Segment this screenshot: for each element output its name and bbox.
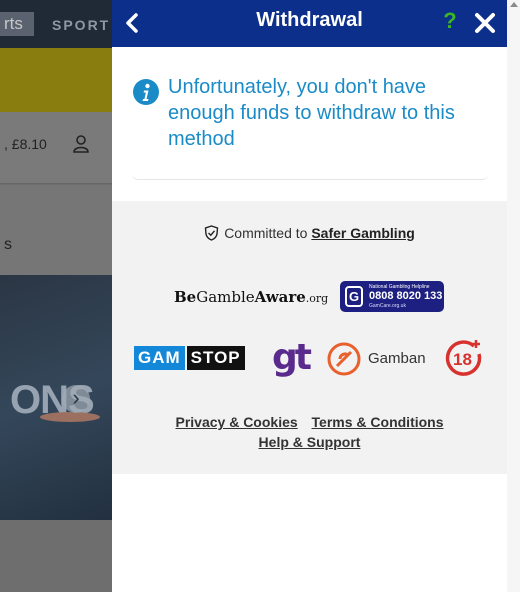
background-top-nav: rts SPORT (0, 0, 112, 48)
begamble-be: Be (174, 288, 197, 306)
terms-conditions-link[interactable]: Terms & Conditions (312, 414, 444, 430)
gordon-moody-gt-logo[interactable]: gt (272, 337, 312, 378)
gamstop-gam: GAM (134, 346, 185, 370)
helpline-number: 0808 8020 133 (369, 290, 443, 302)
withdrawal-panel: Withdrawal ? Unfortunately, you don't ha… (112, 0, 507, 592)
safer-gambling-link[interactable]: Safer Gambling (311, 225, 414, 241)
begambleaware-logo[interactable]: BeGambleAware.org (174, 288, 328, 306)
shield-check-icon (204, 225, 219, 241)
begamble-gamble: Gamble (196, 288, 255, 306)
privacy-cookies-link[interactable]: Privacy & Cookies (175, 414, 297, 430)
brand-logo: rts (0, 12, 34, 36)
committed-text: Committed to (224, 225, 308, 241)
close-button[interactable] (472, 9, 498, 37)
user-icon (73, 135, 89, 153)
background-bottom (0, 520, 112, 592)
page-scrollbar[interactable] (507, 0, 520, 592)
section-text: s (4, 236, 12, 253)
gamstop-logo[interactable]: GAM STOP (134, 346, 245, 370)
gamcare-icon: G (345, 286, 363, 307)
helpline-site: GamCare.org.uk (369, 303, 406, 309)
safer-gambling-row: Committed to Safer Gambling (112, 225, 507, 241)
help-support-link[interactable]: Help & Support (259, 434, 361, 450)
promo-strip (0, 48, 112, 112)
begamble-aware: Aware (254, 288, 306, 306)
svg-text:18: 18 (453, 350, 472, 369)
begamble-org: .org (305, 292, 329, 305)
banner-next-icon: › (62, 385, 90, 413)
background-section (0, 185, 112, 275)
help-button[interactable]: ? (440, 8, 460, 34)
balance-text: , £8.10 (4, 136, 47, 152)
gamstop-stop: STOP (186, 346, 245, 370)
message-card: Unfortunately, you don't have enough fun… (132, 62, 488, 180)
info-icon (133, 79, 159, 105)
responsible-gambling-footer: Committed to Safer Gambling BeGambleAwar… (112, 201, 507, 474)
gamban-icon[interactable] (327, 342, 361, 376)
nav-sport: SPORT (52, 17, 111, 33)
footer-links: Privacy & Cookies Terms & Conditions Hel… (112, 414, 507, 450)
gamban-label[interactable]: Gamban (368, 350, 426, 367)
panel-header: Withdrawal ? (112, 0, 507, 47)
scroll-up-icon[interactable] (510, 2, 518, 7)
gambling-helpline-badge[interactable]: G National Gambling Helpline 0808 8020 1… (340, 281, 444, 312)
age-18-plus-icon[interactable]: 18 (444, 338, 484, 378)
banner-image-detail (40, 412, 100, 422)
insufficient-funds-message: Unfortunately, you don't have enough fun… (168, 76, 455, 150)
background-page: rts SPORT , £8.10 s ONS › (0, 0, 112, 592)
